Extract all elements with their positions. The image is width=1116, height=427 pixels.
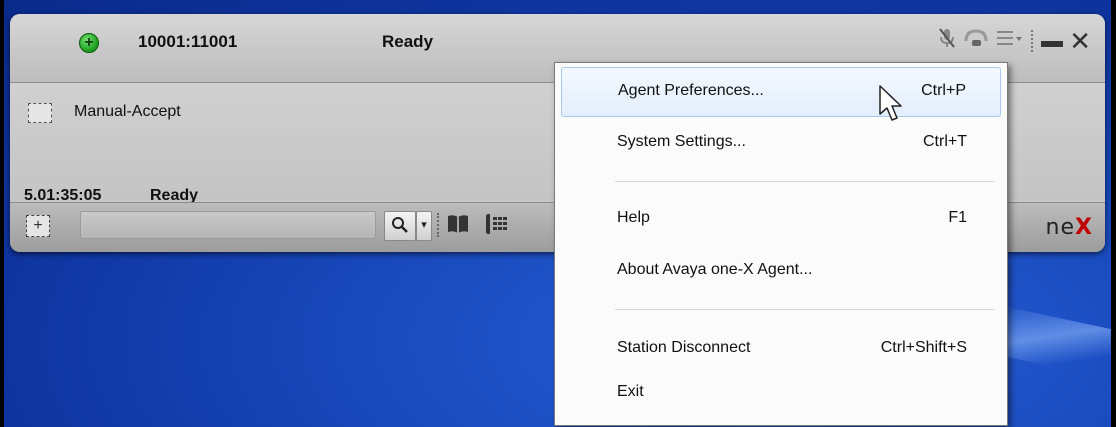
brand-prefix: ne xyxy=(1045,215,1076,240)
toolbar-separator xyxy=(437,213,439,237)
add-work-item-button[interactable]: + xyxy=(26,215,50,237)
menu-separator xyxy=(615,181,995,182)
menu-item-shortcut: Ctrl+T xyxy=(923,133,967,150)
headset-icon[interactable] xyxy=(963,27,989,55)
menu-item-system-settings[interactable]: System Settings... Ctrl+T xyxy=(561,119,1001,167)
chevron-down-icon[interactable]: ▾ xyxy=(416,211,432,241)
mouse-pointer-icon xyxy=(879,85,902,121)
manual-accept-label: Manual-Accept xyxy=(74,103,181,120)
manual-accept-checkbox[interactable] xyxy=(28,103,52,123)
brand-logo: neX xyxy=(1046,215,1093,240)
menu-item-label: Help xyxy=(617,209,650,226)
menu-item-shortcut: Ctrl+P xyxy=(921,82,966,99)
station-id: 10001:11001 xyxy=(138,32,238,51)
menu-separator xyxy=(615,309,995,310)
microphone-muted-icon[interactable] xyxy=(937,27,957,55)
title-bar-controls: ✕ xyxy=(937,28,1091,54)
menu-item-label: Exit xyxy=(617,383,644,400)
title-agent-state: Ready xyxy=(382,32,434,51)
minimize-icon[interactable] xyxy=(1041,41,1064,47)
menu-item-station-disconnect[interactable]: Station Disconnect Ctrl+Shift+S xyxy=(561,325,1001,373)
search-input[interactable] xyxy=(80,211,376,239)
menu-item-shortcut: F1 xyxy=(948,209,967,226)
plus-circle-icon[interactable]: + xyxy=(79,33,99,53)
title-separator xyxy=(1031,30,1034,52)
menu-item-label: System Settings... xyxy=(617,133,746,150)
menu-item-label: Station Disconnect xyxy=(617,339,751,356)
search-icon[interactable] xyxy=(384,211,416,241)
menu-item-label: Agent Preferences... xyxy=(618,82,764,99)
brand-x: X xyxy=(1075,215,1093,240)
settings-context-menu: Agent Preferences... Ctrl+P System Setti… xyxy=(554,62,1008,426)
dialpad-icon[interactable] xyxy=(484,212,510,242)
menu-item-about[interactable]: About Avaya one-X Agent... xyxy=(561,247,1001,295)
close-icon[interactable]: ✕ xyxy=(1069,28,1091,54)
menu-item-help[interactable]: Help F1 xyxy=(561,195,1001,243)
menu-item-label: About Avaya one-X Agent... xyxy=(617,261,813,278)
menu-item-shortcut: Ctrl+Shift+S xyxy=(880,339,967,356)
menu-item-exit[interactable]: Exit xyxy=(561,369,1001,417)
address-book-icon[interactable] xyxy=(446,213,470,241)
menu-item-agent-preferences[interactable]: Agent Preferences... Ctrl+P xyxy=(561,67,1001,117)
menu-icon[interactable] xyxy=(995,28,1023,54)
